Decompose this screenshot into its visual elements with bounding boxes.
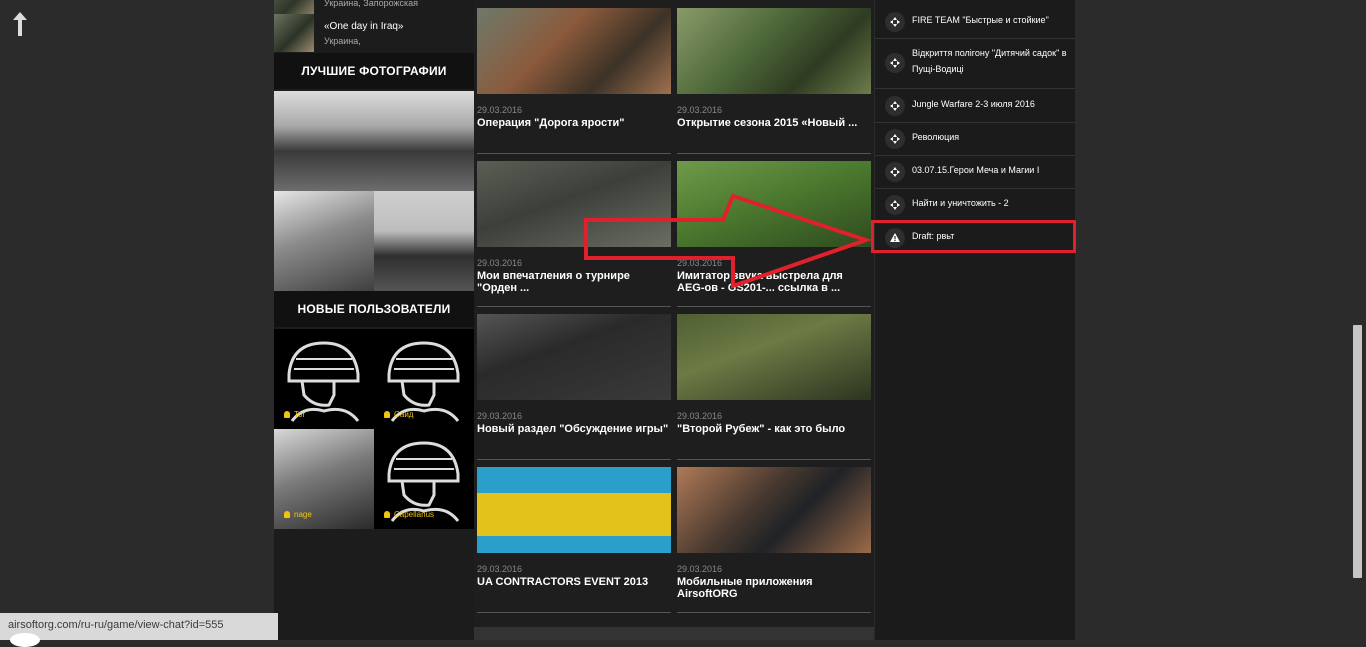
user-icon xyxy=(384,411,390,418)
divider xyxy=(477,306,671,307)
user-name[interactable]: Саид xyxy=(384,410,413,419)
annotation-arrow-icon xyxy=(584,193,873,289)
news-location: Украина, xyxy=(324,36,361,46)
left-sidebar: Украина, Запорожская «One day in Iraq» У… xyxy=(274,0,474,640)
divider xyxy=(677,459,871,460)
sidebar-item-game[interactable]: Найти и уничтожить - 2 xyxy=(875,188,1075,222)
article-image[interactable] xyxy=(677,314,871,400)
divider xyxy=(477,459,671,460)
article-date: 29.03.2016 xyxy=(677,105,723,115)
status-bar: airsoftorg.com/ru-ru/game/view-chat?id=5… xyxy=(0,613,278,640)
article-card[interactable]: 29.03.2016 Операция "Дорога ярости" xyxy=(477,8,671,154)
diamond-arrows-icon xyxy=(885,128,905,149)
best-photo[interactable] xyxy=(274,91,474,191)
article-date: 29.03.2016 xyxy=(477,258,523,268)
diamond-arrows-icon xyxy=(885,11,905,32)
user-icon xyxy=(284,511,290,518)
sidebar-item-game[interactable]: Jungle Warfare 2-3 июля 2016 xyxy=(875,89,1075,123)
article-title[interactable]: UA CONTRACTORS EVENT 2013 xyxy=(477,576,671,588)
user-tile[interactable]: Capellanus xyxy=(374,429,474,529)
best-photo[interactable] xyxy=(374,191,474,291)
best-photo[interactable] xyxy=(274,191,374,291)
article-date: 29.03.2016 xyxy=(677,411,723,421)
news-title[interactable]: «One day in Iraq» xyxy=(324,21,404,32)
divider xyxy=(677,306,871,307)
divider xyxy=(677,153,871,154)
user-icon xyxy=(284,411,290,418)
divider xyxy=(677,612,871,613)
article-card[interactable]: 29.03.2016 Мобильные приложения AirsoftO… xyxy=(677,467,871,613)
news-thumbnail[interactable] xyxy=(274,0,314,14)
user-tile[interactable]: Саид xyxy=(374,329,474,429)
article-card[interactable]: 29.03.2016 Открытие сезона 2015 «Новый .… xyxy=(677,8,871,154)
user-name[interactable]: nage xyxy=(284,510,312,519)
article-card[interactable]: 29.03.2016 UA CONTRACTORS EVENT 2013 xyxy=(477,467,671,613)
sidebar-item-game[interactable]: Революция xyxy=(875,122,1075,156)
article-date: 29.03.2016 xyxy=(677,564,723,574)
divider xyxy=(477,612,671,613)
article-title[interactable]: Операция "Дорога ярости" xyxy=(477,117,671,129)
scrollbar-thumb[interactable] xyxy=(1353,325,1362,578)
sidebar-item-game[interactable]: Відкриття полігону "Дитячий садок" в Пущ… xyxy=(875,38,1075,89)
sidebar-item-game[interactable]: 03.07.15.Герои Меча и Магии I xyxy=(875,155,1075,189)
pagination-bar xyxy=(474,627,874,640)
user-tile[interactable]: nage xyxy=(274,429,374,529)
article-image[interactable] xyxy=(677,467,871,553)
sidebar-item-label: Революция xyxy=(912,132,960,142)
article-date: 29.03.2016 xyxy=(477,105,523,115)
article-title[interactable]: Новый раздел "Обсуждение игры" xyxy=(477,423,671,435)
article-card[interactable]: 29.03.2016 "Второй Рубеж" - как это было xyxy=(677,314,871,460)
article-image[interactable] xyxy=(477,314,671,400)
status-url: airsoftorg.com/ru-ru/game/view-chat?id=5… xyxy=(8,619,224,631)
diamond-arrows-icon xyxy=(885,95,905,116)
user-name[interactable]: Tor xyxy=(284,410,305,419)
article-title[interactable]: Открытие сезона 2015 «Новый ... xyxy=(677,117,871,129)
user-icon xyxy=(384,511,390,518)
articles-grid: 29.03.2016 Операция "Дорога ярости" 29.0… xyxy=(474,0,874,640)
user-name[interactable]: Capellanus xyxy=(384,510,434,519)
scrollbar[interactable] xyxy=(1349,0,1366,640)
user-tile[interactable]: Tor xyxy=(274,329,374,429)
article-image[interactable] xyxy=(477,467,671,553)
article-image[interactable] xyxy=(477,8,671,94)
article-date: 29.03.2016 xyxy=(477,411,523,421)
new-users-heading: НОВЫЕ ПОЛЬЗОВАТЕЛИ xyxy=(274,291,474,327)
sidebar-item-label: FIRE TEAM "Быстрые и стойкие" xyxy=(912,15,1049,25)
article-image[interactable] xyxy=(677,8,871,94)
highlight-box xyxy=(871,220,1076,253)
chat-icon[interactable] xyxy=(10,633,40,647)
article-title[interactable]: Мобильные приложения AirsoftORG xyxy=(677,576,871,600)
article-date: 29.03.2016 xyxy=(477,564,523,574)
news-thumbnail[interactable] xyxy=(274,14,314,52)
diamond-arrows-icon xyxy=(885,161,905,182)
diamond-arrows-icon xyxy=(885,194,905,215)
sidebar-item-game[interactable]: FIRE TEAM "Быстрые и стойкие" xyxy=(875,5,1075,39)
article-title[interactable]: "Второй Рубеж" - как это было xyxy=(677,423,871,435)
sidebar-item-label: Jungle Warfare 2-3 июля 2016 xyxy=(912,99,1035,109)
news-item[interactable]: Украина, Запорожская xyxy=(274,0,474,14)
divider xyxy=(477,153,671,154)
sidebar-item-label: Найти и уничтожить - 2 xyxy=(912,198,1009,208)
sidebar-item-label: 03.07.15.Герои Меча и Магии I xyxy=(912,165,1040,175)
right-sidebar: FIRE TEAM "Быстрые и стойкие" Відкриття … xyxy=(875,0,1075,640)
news-location: Украина, Запорожская xyxy=(324,0,419,8)
diamond-arrows-icon xyxy=(885,53,905,73)
scroll-top-icon[interactable] xyxy=(10,10,30,38)
news-item[interactable]: «One day in Iraq» Украина, xyxy=(274,14,474,52)
best-photos-heading: ЛУЧШИЕ ФОТОГРАФИИ xyxy=(274,53,474,89)
article-card[interactable]: 29.03.2016 Новый раздел "Обсуждение игры… xyxy=(477,314,671,460)
sidebar-item-label: Відкриття полігону "Дитячий садок" в Пущ… xyxy=(912,48,1067,74)
